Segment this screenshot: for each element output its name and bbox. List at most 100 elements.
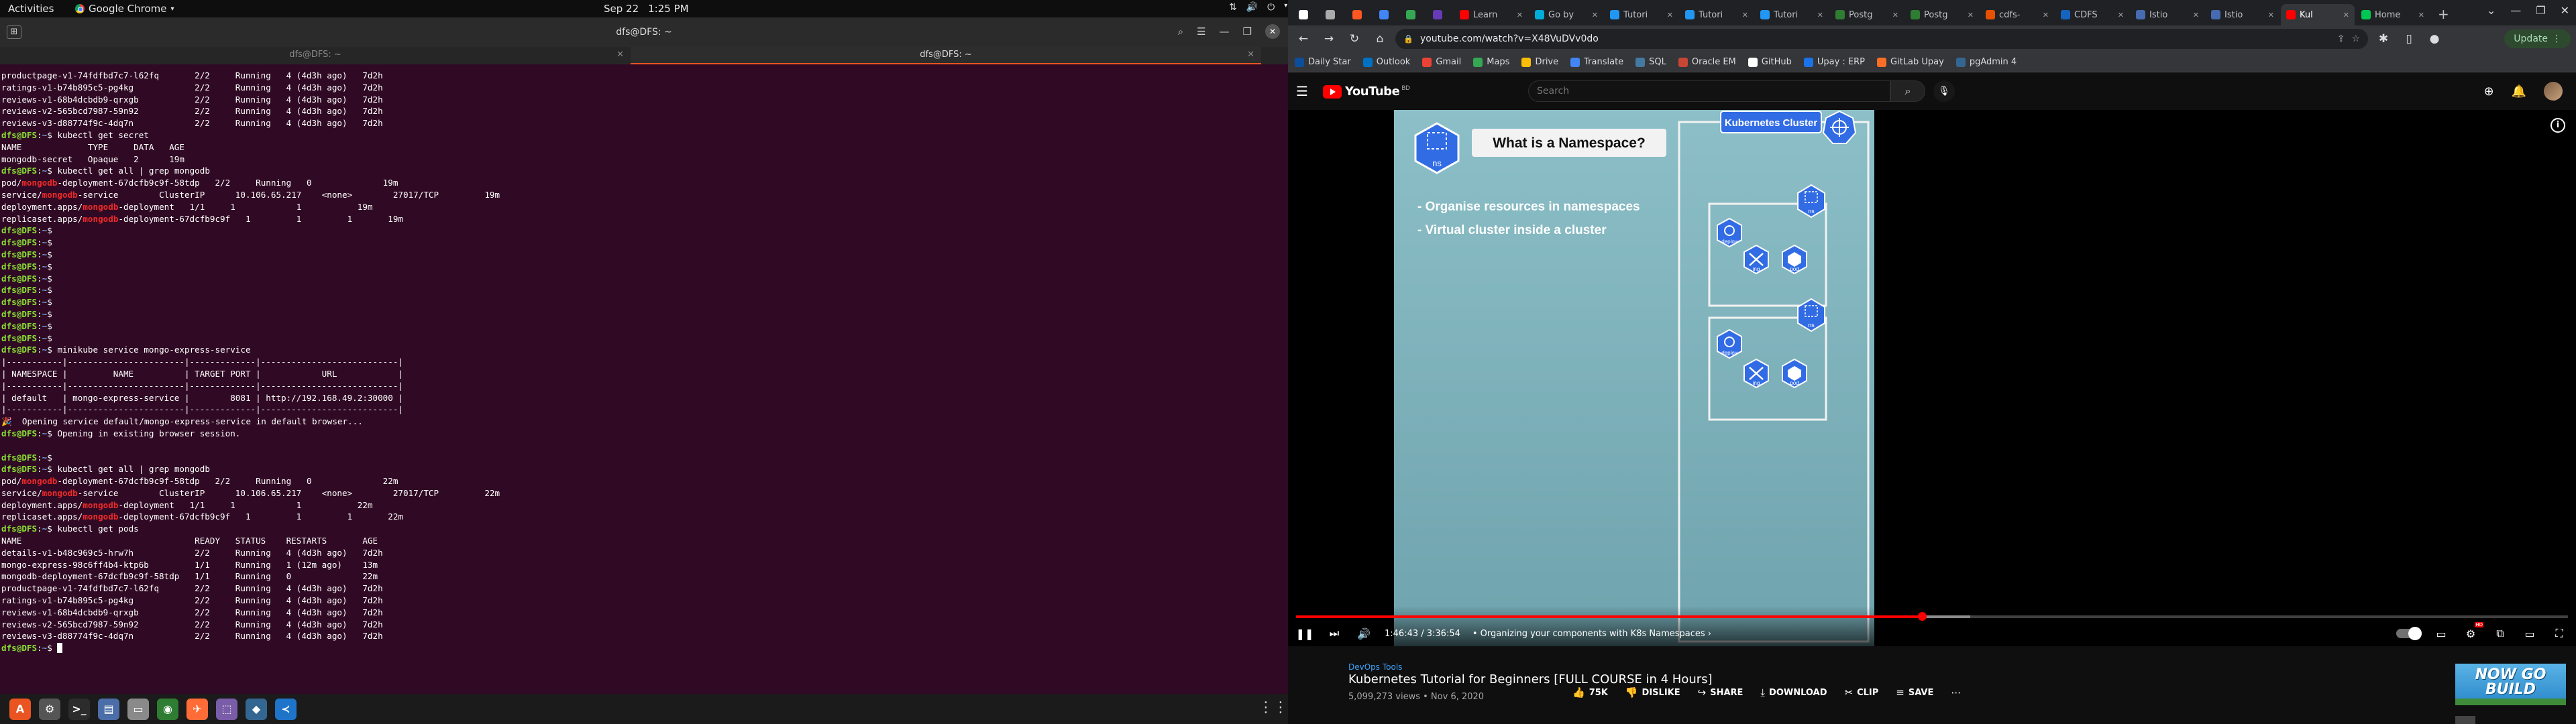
forward-icon[interactable]: → [1319,29,1339,49]
fullscreen-icon[interactable]: ⛶ [2551,625,2568,642]
browser-tab[interactable]: Tutori ✕ [1755,4,1829,25]
close-icon[interactable]: ✕ [1742,11,1748,19]
show-apps-icon[interactable]: ⋮⋮⋮ [1258,699,1303,718]
channel-name[interactable]: DevOps Tools [1348,662,1402,672]
close-icon[interactable]: ✕ [2268,11,2274,19]
miniplayer-icon[interactable]: ⧉ [2491,625,2509,642]
close-icon[interactable]: ✕ [1892,11,1898,19]
browser-tab[interactable] [1428,4,1453,25]
new-tab-button[interactable]: + [2431,4,2456,25]
bookmark-item[interactable]: Outlook [1362,57,1410,67]
screenshot-icon[interactable]: ⬚ [216,698,237,720]
browser-tab[interactable]: cdfs- ✕ [1980,4,2054,25]
ad-banner[interactable]: NOW GO BUILD [2455,664,2566,705]
browser-tab[interactable]: Home ✕ [2356,4,2430,25]
like-button[interactable]: 👍 75K [1572,686,1608,699]
browser-tab[interactable]: Istio ✕ [2206,4,2279,25]
browser-tab[interactable]: Postg ✕ [1830,4,1904,25]
minimize-icon[interactable]: — [1220,25,1230,38]
settings-gear-icon[interactable]: ⚙ [2462,622,2483,642]
video-player[interactable]: ns What is a Namespace? - Organise resou… [1288,110,2576,646]
side-panel-icon[interactable]: ▯ [2399,29,2419,49]
browser-tab[interactable] [1320,4,1346,25]
bookmark-star-icon[interactable]: ☆ [2351,34,2360,44]
postman-icon[interactable]: ✈ [186,698,208,720]
maximize-icon[interactable]: ❐ [2536,4,2545,17]
bookmark-item[interactable]: Drive [1521,57,1558,67]
search-input[interactable] [1528,80,1890,102]
youtube-logo[interactable]: YouTube BD [1323,84,1410,99]
back-icon[interactable]: ← [1293,29,1313,49]
bookmark-item[interactable]: Upay : ERP [1803,57,1865,67]
clip-button[interactable]: ✂ CLIP [1844,686,1878,699]
terminal-tab-2[interactable]: dfs@DFS: ~ ✕ [631,47,1261,64]
close-icon[interactable]: ✕ [1968,11,1974,19]
bookmark-item[interactable]: Translate [1570,57,1623,67]
create-video-icon[interactable]: ⊕ [2483,84,2493,99]
scrubber-handle[interactable] [1917,612,1927,621]
save-button[interactable]: ≡ SAVE [1896,686,1933,699]
theater-mode-icon[interactable]: ▭ [2521,625,2538,642]
browser-tab[interactable] [1347,4,1373,25]
close-icon[interactable]: ✕ [2418,11,2424,19]
close-icon[interactable]: ✕ [2043,11,2049,19]
browser-tab[interactable]: Istio ✕ [2131,4,2204,25]
terminal-tab-1[interactable]: dfs@DFS: ~ ✕ [0,47,631,64]
more-actions-button[interactable]: ⋯ [1951,686,1961,699]
browser-tab[interactable]: Kul ✕ [2281,4,2355,25]
folder-icon[interactable]: ▭ [127,698,149,720]
browser-tab[interactable]: Tutori ✕ [1680,4,1754,25]
dislike-button[interactable]: 👎 DISLIKE [1625,686,1680,699]
browser-tab[interactable]: Go by ✕ [1529,4,1603,25]
vscode-icon[interactable]: ≺ [275,698,297,720]
app-menu[interactable]: Google Chrome ▾ [75,3,174,15]
bookmark-item[interactable]: GitLab Upay [1877,57,1944,67]
pgadmin-icon[interactable]: ◆ [246,698,267,720]
microphone-icon[interactable]: 🎙 [1933,80,1955,102]
profile-icon[interactable]: ● [2424,29,2445,49]
address-bar[interactable]: 🔒 youtube.com/watch?v=X48VuDVv0do ⇪ ☆ [1395,29,2368,49]
next-icon[interactable]: ⏭ [1326,625,1343,642]
settings-icon[interactable]: ⚙ [39,698,60,720]
bookmark-item[interactable]: Daily Star [1295,57,1351,67]
autoplay-toggle[interactable] [2396,627,2422,640]
close-icon[interactable]: ✕ [1517,11,1523,19]
activities-button[interactable]: Activities [8,3,54,15]
share-icon[interactable]: ⇪ [2337,34,2345,44]
files-icon[interactable]: ▤ [98,698,119,720]
pause-icon[interactable]: ❚❚ [1296,625,1314,642]
browser-tab[interactable] [1374,4,1399,25]
terminal-output[interactable]: productpage-v1-74fdfbd7c7-l62fq 2/2 Runn… [0,66,1288,689]
system-tray[interactable]: ⇅ 🔊 ⏻ ▾ [1229,2,1287,13]
next-video-thumbnail[interactable] [2455,716,2475,724]
close-icon[interactable]: ✕ [1592,11,1598,19]
close-icon[interactable]: ✕ [1817,11,1823,19]
home-icon[interactable]: ⌂ [1370,29,1390,49]
browser-tab[interactable]: CDFS ✕ [2055,4,2129,25]
info-icon[interactable]: i [2551,118,2565,133]
browser-tab[interactable]: Postg ✕ [1905,4,1979,25]
download-button[interactable]: ⤓ DOWNLOAD [1760,686,1827,699]
close-icon[interactable]: ✕ [616,47,624,63]
ubuntu-software-icon[interactable]: A [9,698,31,720]
bookmark-item[interactable]: Gmail [1422,57,1461,67]
bookmark-item[interactable]: Maps [1473,57,1509,67]
chrome-icon[interactable]: ◉ [157,698,178,720]
close-icon[interactable]: ✕ [1247,47,1254,63]
bookmark-item[interactable]: SQL [1635,57,1666,67]
clock[interactable]: Sep 22 1:25 PM [604,3,689,15]
close-icon[interactable]: ✕ [2118,11,2124,19]
volume-icon[interactable]: 🔊 [1355,625,1373,642]
avatar[interactable] [2544,82,2563,101]
chevron-down-icon[interactable]: ⌄ [2487,4,2496,17]
chapter-title[interactable]: • Organizing your components with K8s Na… [1472,629,1711,639]
terminal-icon[interactable]: >_ [68,698,90,720]
subtitles-icon[interactable]: ▭ [2432,625,2450,642]
browser-tab[interactable] [1401,4,1426,25]
maximize-icon[interactable]: ❐ [1243,25,1252,38]
close-icon[interactable]: ✕ [2193,11,2199,19]
bookmark-item[interactable]: Oracle EM [1678,57,1736,67]
minimize-icon[interactable]: — [2510,4,2521,17]
browser-tab[interactable]: Tutori ✕ [1605,4,1678,25]
notifications-bell-icon[interactable]: 🔔 [2512,84,2526,99]
